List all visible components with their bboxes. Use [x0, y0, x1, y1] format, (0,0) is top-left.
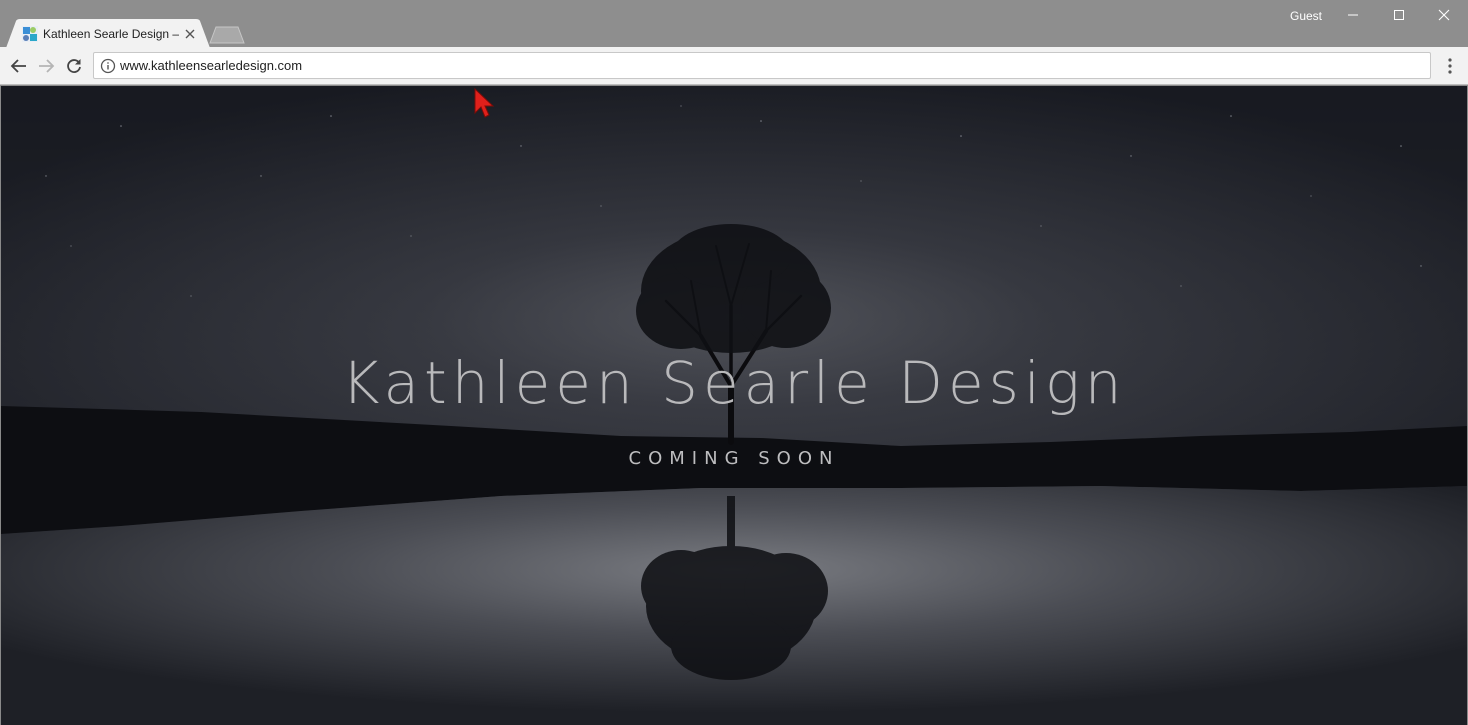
reload-button[interactable] — [63, 55, 85, 77]
url-text[interactable]: www.kathleensearledesign.com — [120, 58, 302, 74]
minimize-icon — [1348, 14, 1358, 16]
new-tab-button[interactable] — [208, 26, 246, 44]
arrow-left-icon — [10, 59, 26, 73]
forward-button[interactable] — [35, 55, 57, 77]
browser-toolbar: www.kathleensearledesign.com — [0, 47, 1468, 85]
browser-menu-button[interactable] — [1440, 55, 1460, 77]
reload-icon — [67, 59, 81, 73]
profile-label[interactable]: Guest — [1276, 8, 1336, 24]
address-bar[interactable]: www.kathleensearledesign.com — [93, 52, 1431, 79]
maximize-button[interactable] — [1376, 0, 1422, 30]
more-vert-icon — [1448, 58, 1452, 74]
tab-title: Kathleen Searle Design – — [43, 27, 179, 41]
title-bar: Kathleen Searle Design – Guest — [0, 0, 1468, 48]
info-icon[interactable] — [100, 58, 116, 74]
minimize-button[interactable] — [1330, 0, 1376, 30]
maximize-icon — [1394, 10, 1404, 20]
site-favicon-icon — [22, 26, 38, 42]
coming-soon-text: COMING SOON — [628, 448, 840, 469]
page-headline: Kathleen Searle Design — [341, 349, 1127, 417]
tab-close-icon[interactable] — [183, 27, 197, 41]
close-icon — [1438, 9, 1450, 21]
web-page: Kathleen Searle Design COMING SOON — [1, 86, 1467, 725]
close-window-button[interactable] — [1421, 0, 1467, 30]
mouse-cursor-icon — [474, 88, 495, 118]
arrow-right-icon — [39, 59, 55, 73]
back-button[interactable] — [8, 55, 30, 77]
